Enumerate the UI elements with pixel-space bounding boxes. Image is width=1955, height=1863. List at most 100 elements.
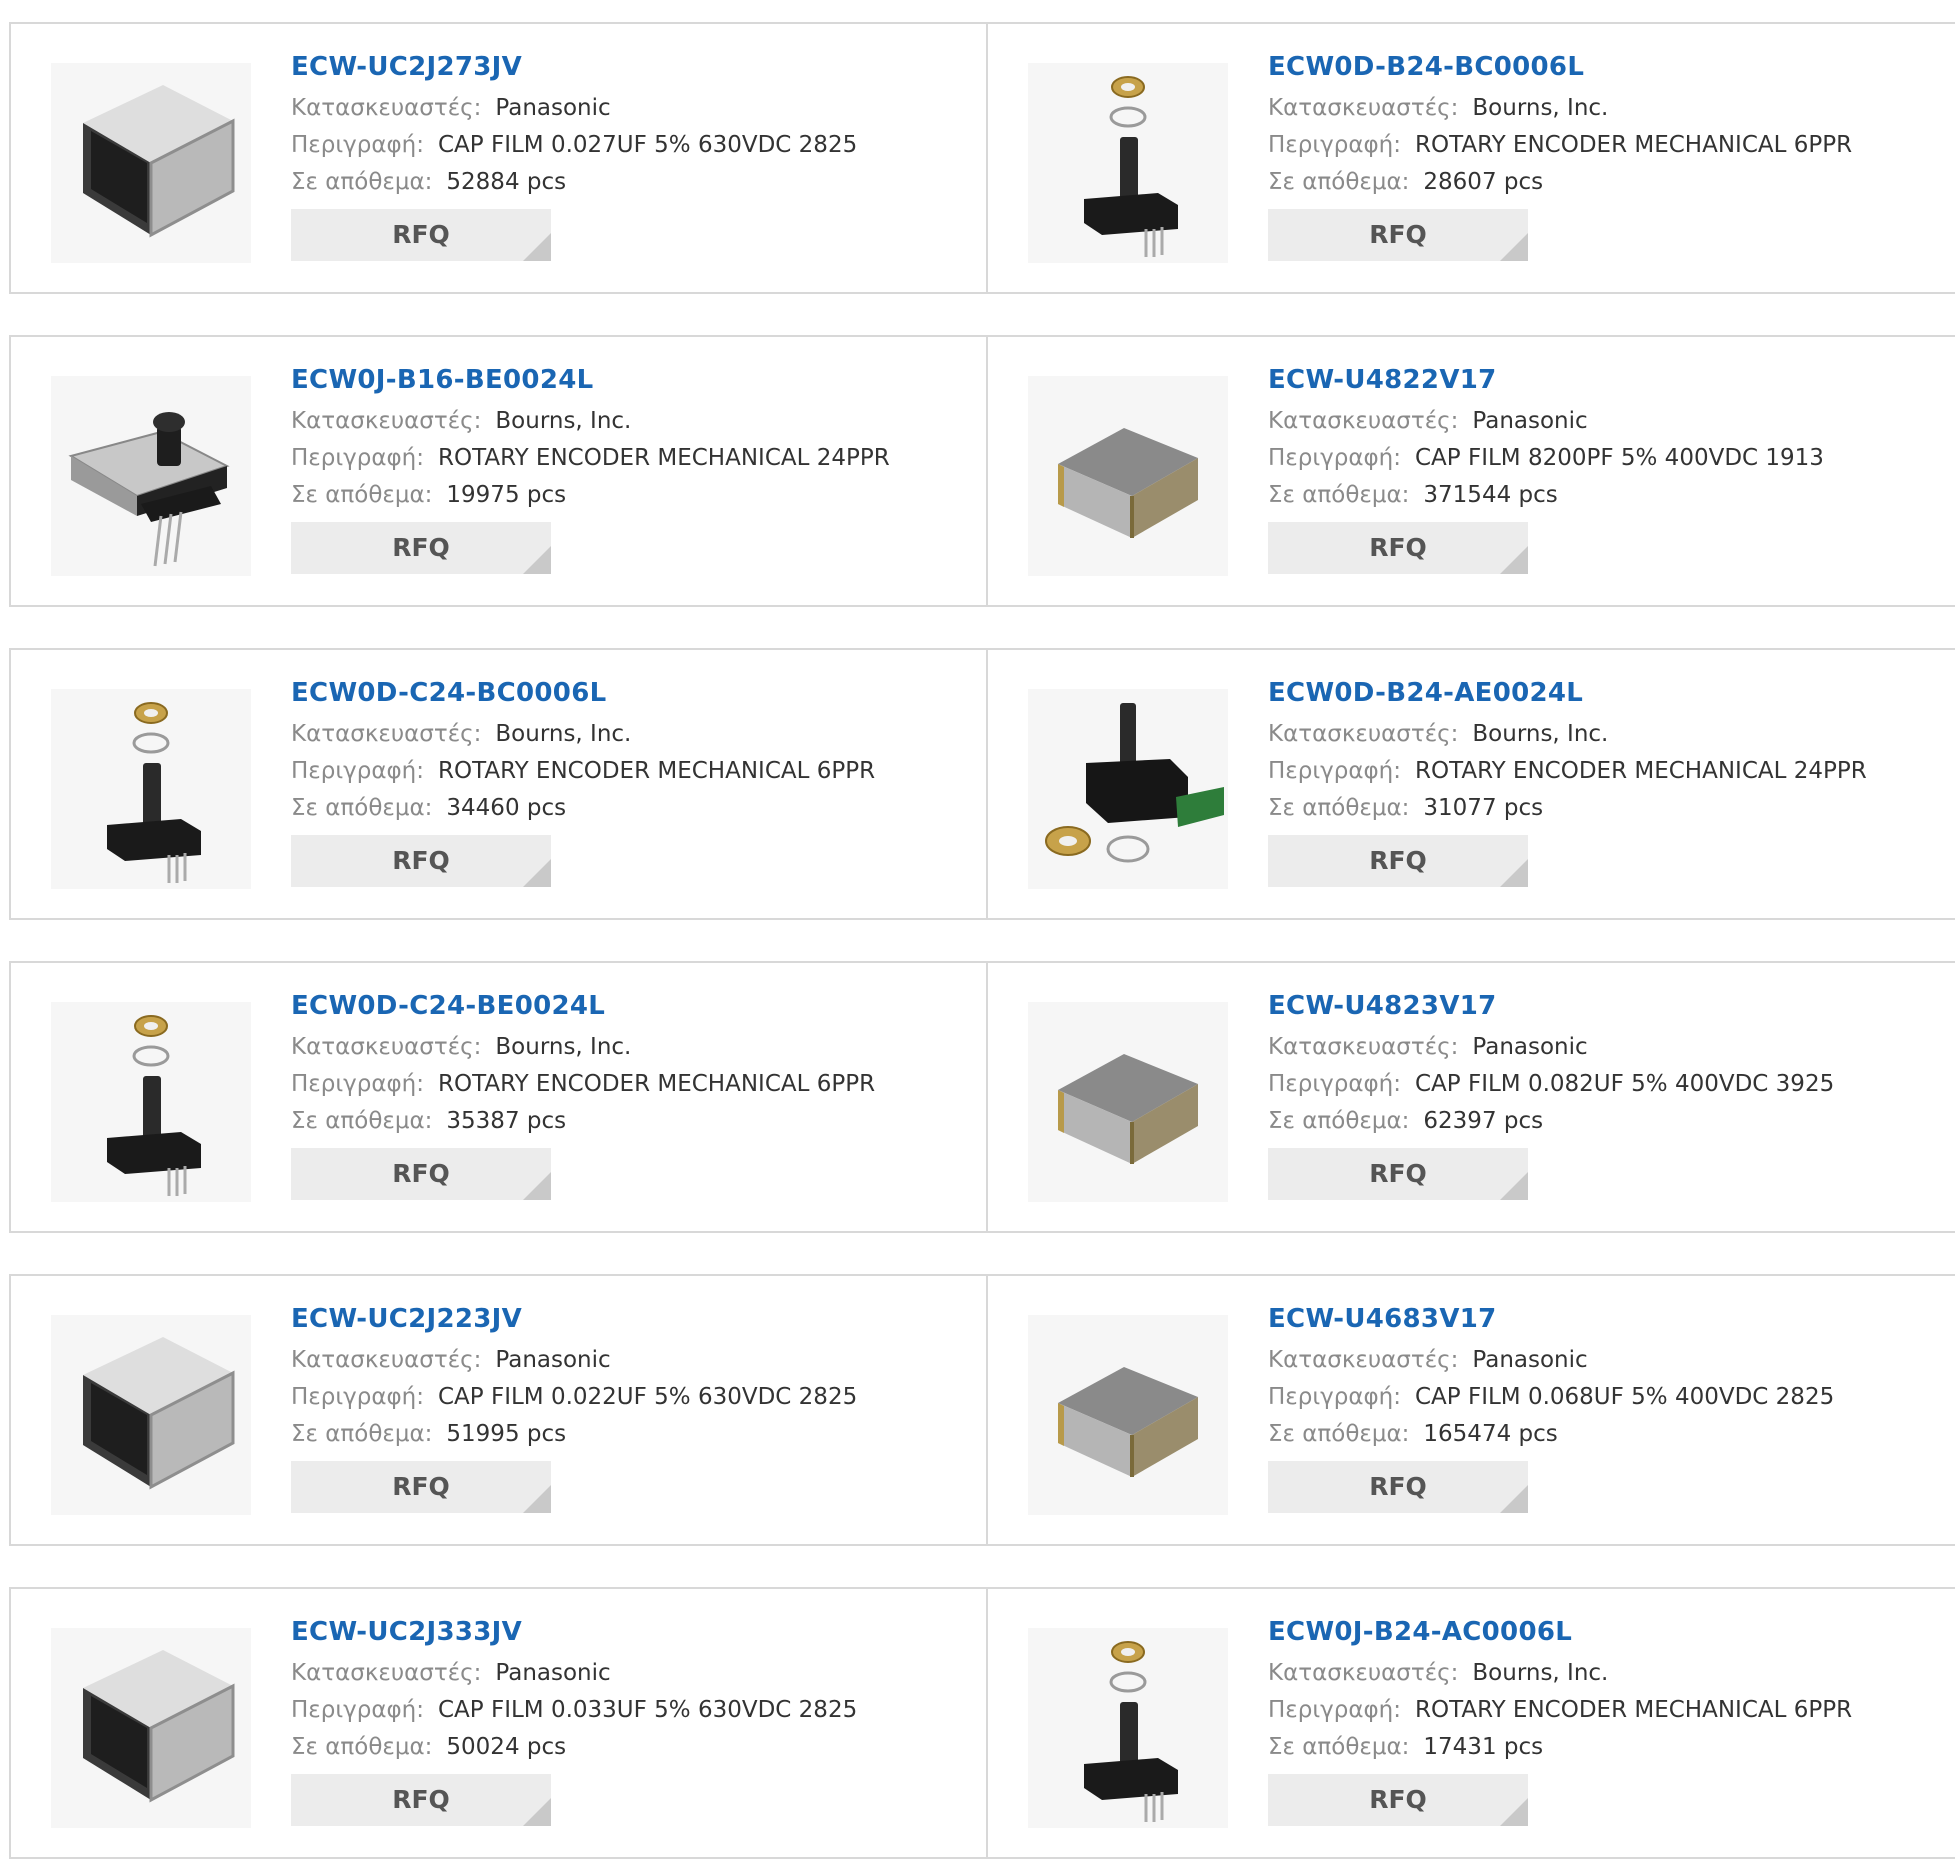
product-card: ECW-U4823V17 Κατασκευαστές: Panasonic Περ… — [986, 961, 1955, 1233]
description-label: Περιγραφή: — [1268, 132, 1401, 158]
stock-label: Σε απόθεμα: — [1268, 1734, 1410, 1760]
rfq-corner-decoration — [523, 233, 551, 261]
manufacturer-row: Κατασκευαστές: Panasonic — [1268, 1342, 1928, 1379]
product-card: ECW-U4822V17 Κατασκευαστές: Panasonic Περ… — [986, 335, 1955, 607]
product-part-link[interactable]: ECW-UC2J223JV — [291, 1302, 951, 1342]
rfq-button[interactable]: RFQ — [1268, 1774, 1528, 1826]
product-part-link[interactable]: ECW0J-B16-BE0024L — [291, 363, 951, 403]
stock-value: 52884 pcs — [446, 169, 567, 195]
product-image[interactable] — [51, 689, 251, 889]
rfq-button[interactable]: RFQ — [291, 209, 551, 261]
product-card: ECW-UC2J333JV Κατασκευαστές: Panasonic Πε… — [9, 1587, 988, 1859]
product-part-link[interactable]: ECW-U4683V17 — [1268, 1302, 1928, 1342]
rfq-corner-decoration — [523, 1172, 551, 1200]
manufacturer-value: Panasonic — [495, 95, 611, 121]
product-part-link[interactable]: ECW0D-C24-BE0024L — [291, 989, 951, 1029]
rfq-button-label: RFQ — [392, 1785, 450, 1814]
description-value: CAP FILM 0.068UF 5% 400VDC 2825 — [1414, 1384, 1835, 1410]
manufacturer-value: Panasonic — [1472, 408, 1588, 434]
rfq-button[interactable]: RFQ — [1268, 209, 1528, 261]
stock-value: 31077 pcs — [1423, 795, 1544, 821]
description-row: Περιγραφή: ROTARY ENCODER MECHANICAL 6PPR — [291, 1066, 951, 1103]
manufacturer-row: Κατασκευαστές: Bourns, Inc. — [1268, 716, 1928, 753]
rfq-button[interactable]: RFQ — [1268, 1461, 1528, 1513]
product-part-link[interactable]: ECW-UC2J333JV — [291, 1615, 951, 1655]
product-info: ECW-UC2J273JV Κατασκευαστές: Panasonic Πε… — [291, 50, 951, 261]
product-info: ECW0J-B24-AC0006L Κατασκευαστές: Bourns, … — [1268, 1615, 1928, 1826]
manufacturer-label: Κατασκευαστές: — [1268, 721, 1459, 747]
product-image[interactable] — [51, 63, 251, 263]
product-card: ECW0D-B24-BC0006L Κατασκευαστές: Bourns, … — [986, 22, 1955, 294]
description-row: Περιγραφή: CAP FILM 0.082UF 5% 400VDC 392… — [1268, 1066, 1928, 1103]
product-image[interactable] — [1028, 1002, 1228, 1202]
stock-value: 51995 pcs — [446, 1421, 567, 1447]
rfq-button-label: RFQ — [392, 846, 450, 875]
manufacturer-value: Bourns, Inc. — [495, 721, 632, 747]
manufacturer-row: Κατασκευαστές: Panasonic — [291, 1342, 951, 1379]
stock-value: 35387 pcs — [446, 1108, 567, 1134]
product-info: ECW-U4683V17 Κατασκευαστές: Panasonic Περ… — [1268, 1302, 1928, 1513]
description-label: Περιγραφή: — [291, 132, 424, 158]
rfq-corner-decoration — [523, 1798, 551, 1826]
product-image[interactable] — [1028, 689, 1228, 889]
rfq-button[interactable]: RFQ — [291, 1461, 551, 1513]
product-card: ECW-UC2J223JV Κατασκευαστές: Panasonic Πε… — [9, 1274, 988, 1546]
product-part-link[interactable]: ECW-U4822V17 — [1268, 363, 1928, 403]
product-card: ECW0D-B24-AE0024L Κατασκευαστές: Bourns, … — [986, 648, 1955, 920]
product-image[interactable] — [51, 1315, 251, 1515]
rfq-corner-decoration — [523, 859, 551, 887]
product-image[interactable] — [1028, 63, 1228, 263]
product-image[interactable] — [1028, 376, 1228, 576]
manufacturer-row: Κατασκευαστές: Panasonic — [1268, 403, 1928, 440]
manufacturer-value: Bourns, Inc. — [1472, 721, 1609, 747]
stock-row: Σε απόθεμα: 31077 pcs — [1268, 790, 1928, 827]
rfq-button-label: RFQ — [1369, 1785, 1427, 1814]
description-value: CAP FILM 8200PF 5% 400VDC 1913 — [1414, 445, 1824, 471]
rfq-button[interactable]: RFQ — [291, 1774, 551, 1826]
rfq-button[interactable]: RFQ — [291, 1148, 551, 1200]
stock-row: Σε απόθεμα: 19975 pcs — [291, 477, 951, 514]
rfq-button[interactable]: RFQ — [1268, 1148, 1528, 1200]
rfq-corner-decoration — [1500, 1172, 1528, 1200]
rfq-button[interactable]: RFQ — [1268, 522, 1528, 574]
rfq-corner-decoration — [1500, 859, 1528, 887]
manufacturer-value: Panasonic — [495, 1660, 611, 1686]
rfq-button[interactable]: RFQ — [291, 522, 551, 574]
stock-row: Σε απόθεμα: 17431 pcs — [1268, 1729, 1928, 1766]
product-image[interactable] — [1028, 1315, 1228, 1515]
product-part-link[interactable]: ECW0D-C24-BC0006L — [291, 676, 951, 716]
rfq-button-label: RFQ — [1369, 220, 1427, 249]
stock-value: 62397 pcs — [1423, 1108, 1544, 1134]
description-label: Περιγραφή: — [291, 445, 424, 471]
description-label: Περιγραφή: — [1268, 445, 1401, 471]
product-image[interactable] — [1028, 1628, 1228, 1828]
product-part-link[interactable]: ECW0J-B24-AC0006L — [1268, 1615, 1928, 1655]
product-row: ECW0D-C24-BE0024L Κατασκευαστές: Bourns, … — [9, 961, 1955, 1237]
manufacturer-row: Κατασκευαστές: Bourns, Inc. — [291, 403, 951, 440]
product-row: ECW-UC2J273JV Κατασκευαστές: Panasonic Πε… — [9, 22, 1955, 298]
rfq-corner-decoration — [523, 546, 551, 574]
product-part-link[interactable]: ECW-U4823V17 — [1268, 989, 1928, 1029]
description-label: Περιγραφή: — [1268, 1697, 1401, 1723]
product-image[interactable] — [51, 376, 251, 576]
description-label: Περιγραφή: — [1268, 758, 1401, 784]
product-part-link[interactable]: ECW0D-B24-AE0024L — [1268, 676, 1928, 716]
product-part-link[interactable]: ECW0D-B24-BC0006L — [1268, 50, 1928, 90]
stock-label: Σε απόθεμα: — [1268, 1108, 1410, 1134]
stock-label: Σε απόθεμα: — [291, 1734, 433, 1760]
manufacturer-label: Κατασκευαστές: — [1268, 95, 1459, 121]
product-image[interactable] — [51, 1628, 251, 1828]
product-image[interactable] — [51, 1002, 251, 1202]
rfq-corner-decoration — [1500, 546, 1528, 574]
description-row: Περιγραφή: ROTARY ENCODER MECHANICAL 24PP… — [1268, 753, 1928, 790]
rfq-button[interactable]: RFQ — [291, 835, 551, 887]
rfq-button-label: RFQ — [392, 1472, 450, 1501]
description-label: Περιγραφή: — [291, 1384, 424, 1410]
product-info: ECW0D-C24-BE0024L Κατασκευαστές: Bourns, … — [291, 989, 951, 1200]
product-part-link[interactable]: ECW-UC2J273JV — [291, 50, 951, 90]
rfq-button[interactable]: RFQ — [1268, 835, 1528, 887]
product-card: ECW-UC2J273JV Κατασκευαστές: Panasonic Πε… — [9, 22, 988, 294]
stock-value: 28607 pcs — [1423, 169, 1544, 195]
manufacturer-row: Κατασκευαστές: Panasonic — [1268, 1029, 1928, 1066]
product-row: ECW-UC2J333JV Κατασκευαστές: Panasonic Πε… — [9, 1587, 1955, 1863]
